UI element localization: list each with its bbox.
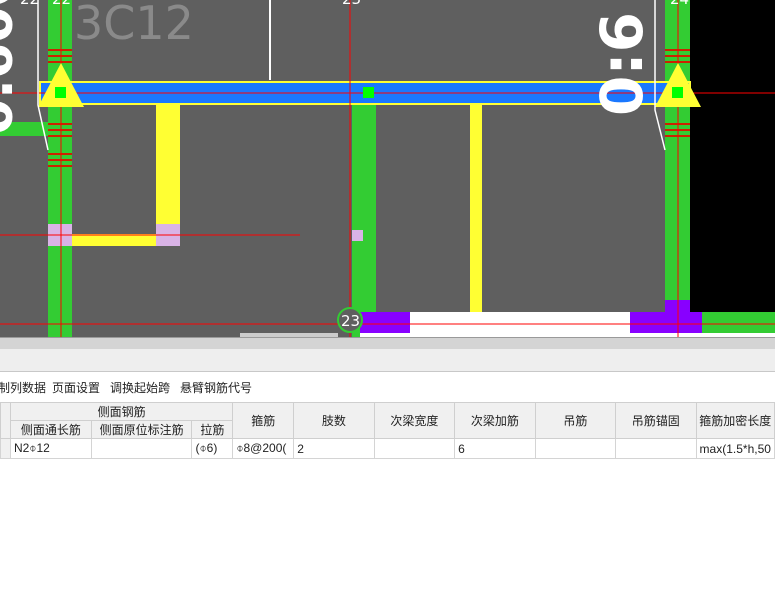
col-header-tie[interactable]: 拉筋: [191, 420, 234, 439]
black-region: [690, 0, 775, 312]
grip-point[interactable]: [55, 87, 66, 98]
cell-dense-length[interactable]: max(1.5*h,50: [695, 438, 775, 459]
leader-line: [654, 0, 666, 151]
toolbar-item-page-setup[interactable]: 页面设置: [52, 379, 100, 396]
col-header-side-inplace[interactable]: 侧面原位标注筋: [90, 420, 193, 439]
axis-label-top-left-2: 22: [52, 0, 71, 8]
left-vertical-dim: 0.600: [0, 0, 25, 135]
right-vertical-dim: 0:6: [587, 12, 656, 116]
toolbar-item-cantilever-code[interactable]: 悬臂钢筋代号: [180, 379, 252, 396]
cell-stirrup[interactable]: ⌽8@200(: [232, 438, 295, 459]
table-row: N2⌽12 (⌽6) ⌽8@200( 2 6 max(1.5*h,50: [0, 438, 775, 459]
row-header-corner: [0, 402, 11, 439]
beam-label: 3C12: [74, 0, 194, 50]
col-header-side-through[interactable]: 侧面通长筋: [9, 420, 92, 439]
axis-label-top-left: 22: [20, 0, 39, 8]
green-beam-bottom: [702, 312, 775, 333]
cell-side-inplace[interactable]: [90, 438, 193, 459]
yellow-beam-mid: [470, 103, 482, 323]
cell-side-through[interactable]: N2⌽12: [9, 438, 92, 459]
pink-joint: [352, 230, 363, 241]
cell-tie[interactable]: (⌽6): [191, 438, 234, 459]
cell-hanger-anchor[interactable]: [614, 438, 697, 459]
table-toolbar: 制列数据 页面设置 调换起始跨 悬臂钢筋代号: [0, 372, 775, 402]
toolbar-item-column-data[interactable]: 制列数据: [0, 379, 46, 396]
column-mid: [352, 103, 376, 337]
col-header-legs[interactable]: 肢数: [293, 402, 375, 439]
cell-secondary-width[interactable]: [373, 438, 456, 459]
col-header-secondary-width[interactable]: 次梁宽度: [373, 402, 456, 439]
purple-block: [360, 312, 410, 333]
beam-rebar-table: 侧面钢筋 箍筋 肢数 次梁宽度 次梁加筋 吊筋 吊筋锚固 箍筋加密长度 侧面通长…: [0, 402, 775, 459]
yellow-beam-vertical: [156, 103, 180, 234]
col-header-secondary-add[interactable]: 次梁加筋: [454, 402, 536, 439]
col-header-stirrup[interactable]: 箍筋: [232, 402, 295, 439]
group-header-side-rebar: 侧面钢筋: [9, 402, 234, 421]
row-header[interactable]: [0, 438, 11, 459]
toolbar-item-swap-start-span[interactable]: 调换起始跨: [110, 379, 170, 396]
axis-label-bottom-mid: 23: [341, 312, 361, 330]
col-header-hanger-anchor[interactable]: 吊筋锚固: [614, 402, 697, 439]
purple-block: [630, 312, 702, 333]
panel-header-bar: [0, 349, 775, 372]
axis-label-top-right: 24: [670, 0, 689, 8]
cell-legs[interactable]: 2: [293, 438, 375, 459]
axis-lines: [0, 0, 775, 337]
col-header-dense-length[interactable]: 箍筋加密长度: [695, 402, 775, 439]
grip-point[interactable]: [672, 87, 683, 98]
cell-secondary-add[interactable]: 6: [454, 438, 536, 459]
axis-label-top-mid: 23: [342, 0, 361, 8]
grip-point[interactable]: [363, 87, 374, 98]
cad-drawing-canvas[interactable]: 3C12 0.600 0:6 22 22 23 24 23: [0, 0, 775, 337]
col-header-hanger[interactable]: 吊筋: [534, 402, 616, 439]
cell-hanger[interactable]: [534, 438, 616, 459]
cad-drawing: [0, 0, 775, 337]
